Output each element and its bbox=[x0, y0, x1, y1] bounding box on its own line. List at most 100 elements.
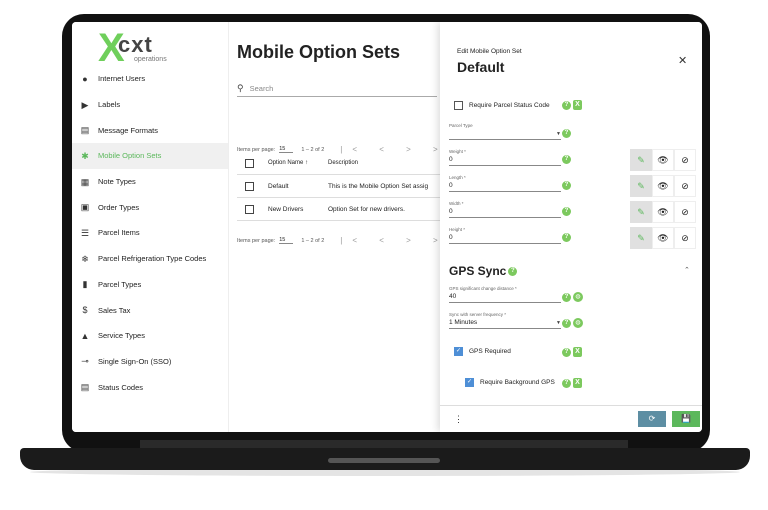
app-screen: X cxt operations ● Internet Users ▶ Labels ▤… bbox=[72, 22, 702, 432]
gps-sync-section: GPS Sync ? bbox=[449, 264, 518, 278]
sidebar-item-label: Sales Tax bbox=[98, 305, 131, 315]
help-icon[interactable]: ? bbox=[562, 181, 571, 190]
globe-icon[interactable]: ◍ bbox=[573, 318, 583, 328]
edit-icon[interactable]: ✎ bbox=[630, 175, 652, 197]
sidebar-item-single-sign-on-sso[interactable]: ⊸ Single Sign-On (SSO) bbox=[72, 349, 228, 375]
width-value: 0 bbox=[449, 208, 453, 215]
header-option-name[interactable]: Option Name ↑ bbox=[268, 160, 328, 166]
length-field[interactable]: Length * 0 bbox=[449, 175, 561, 192]
weight-field[interactable]: Weight * 0 bbox=[449, 149, 561, 166]
help-icon[interactable]: ? bbox=[562, 207, 571, 216]
eye-icon[interactable]: 👁 bbox=[652, 175, 674, 197]
help-icon[interactable]: ? bbox=[562, 233, 571, 242]
width-actions: ✎ 👁 ⊘ bbox=[630, 201, 696, 223]
message-icon: ▤ bbox=[80, 125, 90, 136]
gps-frequency-select[interactable]: Sync with server frequency * 1 Minutes ▼ bbox=[449, 312, 561, 329]
width-label: Width * bbox=[449, 201, 464, 206]
height-value: 0 bbox=[449, 234, 453, 241]
chevron-up-icon[interactable]: ⌃ bbox=[684, 266, 690, 274]
eye-off-icon[interactable]: ⊘ bbox=[674, 227, 696, 249]
sidebar-item-message-formats[interactable]: ▤ Message Formats bbox=[72, 117, 228, 143]
eye-off-icon[interactable]: ⊘ bbox=[674, 201, 696, 223]
clipboard-icon: ▣ bbox=[80, 202, 90, 213]
eye-icon[interactable]: 👁 bbox=[652, 149, 674, 171]
sidebar-item-order-types[interactable]: ▣ Order Types bbox=[72, 194, 228, 220]
edit-icon[interactable]: ✎ bbox=[630, 201, 652, 223]
edit-icon[interactable]: ✎ bbox=[630, 149, 652, 171]
sidebar-item-parcel-refrigeration-type-codes[interactable]: ❄ Parcel Refrigeration Type Codes bbox=[72, 246, 228, 272]
eye-off-icon[interactable]: ⊘ bbox=[674, 175, 696, 197]
items-per-page-select[interactable]: 15 bbox=[279, 237, 294, 244]
sidebar-item-sales-tax[interactable]: $ Sales Tax bbox=[72, 297, 228, 323]
sidebar-item-label: Status Codes bbox=[98, 382, 144, 392]
brand-logo[interactable]: X cxt operations bbox=[98, 28, 178, 70]
x-badge-icon[interactable]: X bbox=[573, 100, 582, 110]
sidebar-item-label: Parcel Refrigeration Type Codes bbox=[98, 254, 207, 264]
sidebar-item-service-types[interactable]: ▲ Service Types bbox=[72, 323, 228, 349]
background-gps-row[interactable]: ✓ Require Background GPS bbox=[465, 378, 555, 387]
sidebar-item-internet-users[interactable]: ● Internet Users bbox=[72, 66, 228, 92]
table-row[interactable]: Default This is the Mobile Option Set as… bbox=[237, 175, 440, 198]
require-status-checkbox[interactable] bbox=[454, 101, 463, 110]
cell-option-name: Default bbox=[268, 182, 289, 190]
select-all-checkbox[interactable] bbox=[245, 158, 254, 168]
require-status-row[interactable]: Require Parcel Status Code bbox=[454, 101, 550, 110]
drawer-title: Default bbox=[457, 59, 505, 75]
weight-label: Weight * bbox=[449, 149, 466, 154]
save-button[interactable]: 💾 bbox=[672, 411, 700, 427]
sidebar-nav: ● Internet Users ▶ Labels ▤ Message Formats ✱ M… bbox=[72, 66, 228, 400]
help-icon[interactable]: ? bbox=[562, 101, 571, 110]
sidebar-item-status-codes[interactable]: ▤ Status Codes bbox=[72, 374, 228, 400]
globe-icon[interactable]: ◍ bbox=[573, 292, 583, 302]
key-icon: ⊸ bbox=[81, 356, 89, 367]
sidebar-item-note-types[interactable]: ▦ Note Types bbox=[72, 169, 228, 195]
gps-required-checkbox[interactable]: ✓ bbox=[454, 347, 463, 356]
x-badge-icon[interactable]: X bbox=[573, 347, 582, 357]
gps-frequency-value: 1 Minutes bbox=[449, 319, 478, 326]
label-icon: ▶ bbox=[81, 99, 89, 110]
pager-range: 1 – 2 of 2 bbox=[301, 237, 325, 244]
list-icon: ☰ bbox=[80, 227, 90, 238]
help-icon[interactable]: ? bbox=[562, 129, 571, 138]
gps-distance-field[interactable]: GPS significant change distance * 40 bbox=[449, 286, 561, 303]
eye-icon[interactable]: 👁 bbox=[652, 201, 674, 223]
search-icon: ⚲ bbox=[237, 82, 244, 93]
eye-off-icon[interactable]: ⊘ bbox=[674, 149, 696, 171]
search-field[interactable]: ⚲ Search bbox=[237, 80, 437, 97]
close-icon[interactable]: ✕ bbox=[678, 54, 687, 67]
row-checkbox[interactable] bbox=[245, 204, 254, 214]
help-icon[interactable]: ? bbox=[508, 266, 518, 276]
page-title: Mobile Option Sets bbox=[237, 42, 401, 62]
car-icon: ▲ bbox=[80, 330, 90, 341]
sidebar-item-labels[interactable]: ▶ Labels bbox=[72, 92, 228, 118]
help-icon[interactable]: ? bbox=[562, 319, 571, 328]
edit-icon[interactable]: ✎ bbox=[630, 227, 652, 249]
gps-required-row[interactable]: ✓ GPS Required bbox=[454, 347, 511, 356]
sidebar: X cxt operations ● Internet Users ▶ Labels ▤… bbox=[72, 22, 229, 432]
reset-button[interactable]: ⟳ bbox=[638, 411, 666, 427]
height-field[interactable]: Height * 0 bbox=[449, 227, 561, 244]
sidebar-item-label: Single Sign-On (SSO) bbox=[98, 356, 172, 366]
help-icon[interactable]: ? bbox=[562, 379, 571, 388]
height-actions: ✎ 👁 ⊘ bbox=[630, 227, 696, 249]
help-icon[interactable]: ? bbox=[562, 293, 571, 302]
sidebar-item-parcel-items[interactable]: ☰ Parcel Items bbox=[72, 220, 228, 246]
background-gps-checkbox[interactable]: ✓ bbox=[465, 378, 474, 387]
width-field[interactable]: Width * 0 bbox=[449, 201, 561, 218]
sidebar-item-parcel-types[interactable]: ▮ Parcel Types bbox=[72, 272, 228, 298]
help-icon[interactable]: ? bbox=[562, 155, 571, 164]
help-icon[interactable]: ? bbox=[562, 348, 571, 357]
table-row[interactable]: New Drivers Option Set for new drivers. bbox=[237, 198, 440, 221]
x-badge-icon[interactable]: X bbox=[573, 378, 582, 388]
more-menu-icon[interactable]: ⋮ bbox=[454, 414, 463, 425]
eye-icon[interactable]: 👁 bbox=[652, 227, 674, 249]
weight-value: 0 bbox=[449, 156, 453, 163]
require-status-label: Require Parcel Status Code bbox=[469, 102, 550, 109]
parcel-type-select[interactable]: Parcel Type ▼ bbox=[449, 123, 561, 140]
sidebar-item-mobile-option-sets[interactable]: ✱ Mobile Option Sets bbox=[72, 143, 228, 169]
gps-distance-value: 40 bbox=[449, 293, 457, 300]
row-checkbox[interactable] bbox=[245, 181, 254, 191]
header-description: Description bbox=[328, 160, 359, 166]
gps-distance-label: GPS significant change distance * bbox=[449, 286, 517, 291]
snowflake-icon: ❄ bbox=[81, 253, 89, 264]
